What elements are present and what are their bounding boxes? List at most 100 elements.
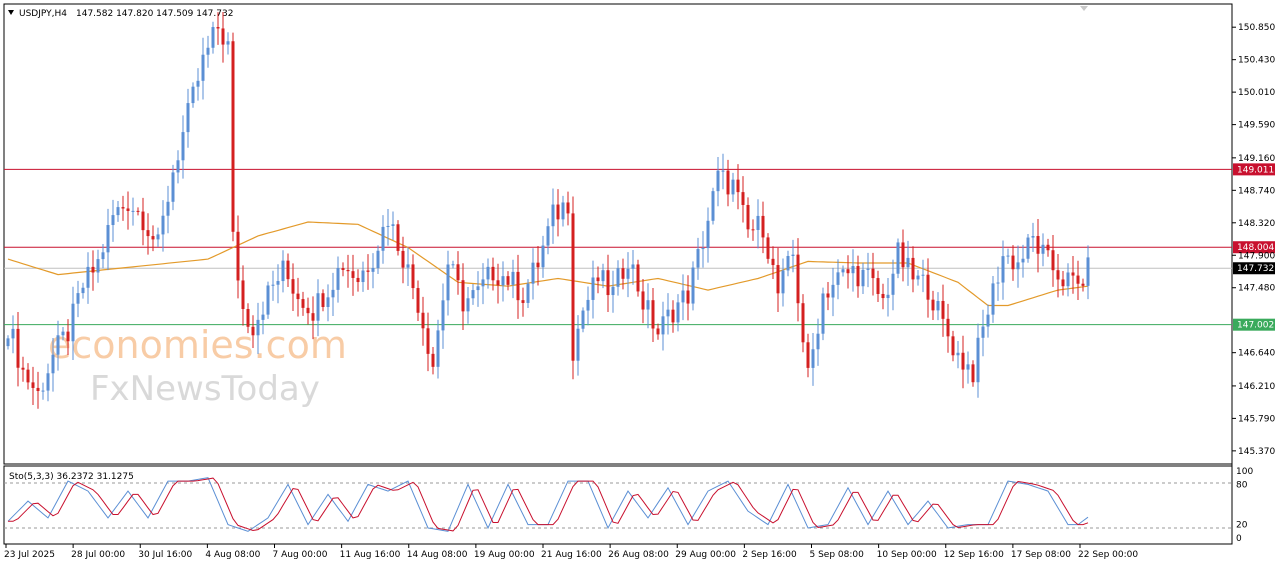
candle-body	[416, 288, 420, 313]
candle-body	[1086, 257, 1090, 286]
candle-body	[966, 364, 970, 370]
candle-body	[651, 300, 655, 329]
candle-body	[341, 268, 345, 270]
candle-body	[136, 210, 140, 212]
stoch-axis-label: 100	[1236, 467, 1253, 477]
collapse-triangle-icon[interactable]	[8, 10, 14, 15]
time-axis: 23 Jul 2025 28 Jul 00:00 30 Jul 16:00 4 Aug…	[4, 544, 1138, 560]
candle-body	[421, 312, 425, 329]
candle-body	[576, 328, 580, 361]
candle-body	[491, 266, 495, 281]
candle-body	[931, 299, 935, 311]
candle-body	[921, 274, 925, 276]
candle-body	[606, 270, 610, 296]
candle-body	[886, 294, 890, 299]
candle-body	[646, 300, 650, 310]
candle-body	[161, 215, 165, 235]
candle-body	[1056, 270, 1060, 280]
candle-body	[941, 300, 945, 319]
candle-body	[371, 268, 375, 272]
stoch-axis-label: 20	[1236, 521, 1248, 531]
candle-body	[291, 279, 295, 294]
time-label: 4 Aug 08:00	[205, 550, 260, 560]
candle-body	[816, 333, 820, 350]
candle-body	[456, 264, 460, 281]
candle-body	[146, 230, 150, 237]
candle-body	[356, 277, 360, 283]
candle-body	[751, 229, 755, 231]
scroll-marker-icon[interactable]	[1080, 6, 1088, 11]
candle-body	[986, 314, 990, 327]
stoch-axis-label: 80	[1236, 480, 1248, 490]
candle-body	[186, 103, 190, 133]
candle-body	[746, 204, 750, 230]
stoch-signal-line	[8, 477, 1089, 532]
ohlc-header: 147.582 147.820 147.509 147.732	[76, 9, 233, 19]
candle-body	[911, 257, 915, 280]
time-label: 5 Sep 08:00	[810, 550, 865, 560]
stoch-axis-label: 0	[1236, 534, 1242, 544]
candle-body	[1081, 283, 1085, 286]
candle-body	[686, 290, 690, 304]
candle-body	[431, 353, 435, 367]
candle-body	[811, 349, 815, 368]
candle-body	[526, 283, 530, 303]
candle-body	[891, 273, 895, 295]
level-tag-label: 149.011	[1237, 165, 1274, 175]
stoch-header: Sto(5,3,3) 36.2372 31.1275	[9, 472, 134, 482]
price-label: 149.590	[1238, 121, 1275, 131]
candle-body	[1041, 244, 1045, 254]
candle-body	[16, 328, 20, 368]
candle-body	[716, 170, 720, 192]
price-label: 147.480	[1238, 284, 1275, 294]
candle-body	[306, 307, 310, 314]
candle-body	[251, 326, 255, 336]
candle-body	[6, 338, 10, 347]
level-tag-label: 147.002	[1237, 321, 1274, 331]
candle-body	[451, 264, 455, 266]
candle-body	[76, 293, 80, 304]
candle-body	[486, 266, 490, 280]
time-label: 2 Sep 16:00	[742, 550, 797, 560]
time-label: 29 Aug 00:00	[675, 550, 736, 560]
candle-body	[971, 364, 975, 383]
candle-body	[176, 160, 180, 173]
candle-body	[1051, 250, 1055, 271]
candle-body	[851, 266, 855, 274]
candle-body	[801, 303, 805, 343]
time-label: 19 Aug 00:00	[474, 550, 535, 560]
candle-body	[156, 234, 160, 240]
candle-body	[861, 269, 865, 287]
time-label: 23 Jul 2025	[4, 550, 55, 560]
candle-body	[511, 271, 515, 285]
candle-body	[266, 285, 270, 315]
price-label: 148.320	[1238, 219, 1275, 229]
candle-body	[1006, 255, 1010, 257]
candle-body	[241, 280, 245, 310]
candle-body	[311, 313, 315, 321]
candle-body	[601, 270, 605, 282]
candle-body	[826, 293, 830, 298]
stoch-axis: 100 80 20 0	[1236, 467, 1253, 544]
candle-body	[66, 331, 70, 342]
candle-body	[976, 337, 980, 383]
candle-body	[951, 336, 955, 356]
candle-body	[206, 47, 210, 55]
candle-body	[471, 290, 475, 299]
candle-body	[31, 382, 35, 388]
candle-body	[666, 309, 670, 317]
candle-body	[1071, 272, 1075, 276]
candle-body	[401, 250, 405, 268]
candle-body	[96, 259, 100, 273]
price-label: 149.160	[1238, 154, 1275, 164]
candle-body	[696, 249, 700, 268]
candle-body	[766, 237, 770, 259]
candle-body	[376, 250, 380, 269]
candle-body	[51, 354, 55, 374]
candle-body	[556, 204, 560, 220]
candle-body	[581, 310, 585, 329]
price-label: 146.210	[1238, 382, 1275, 392]
candle-body	[1061, 279, 1065, 287]
time-label: 22 Sep 00:00	[1078, 550, 1138, 560]
time-label: 11 Aug 16:00	[340, 550, 401, 560]
